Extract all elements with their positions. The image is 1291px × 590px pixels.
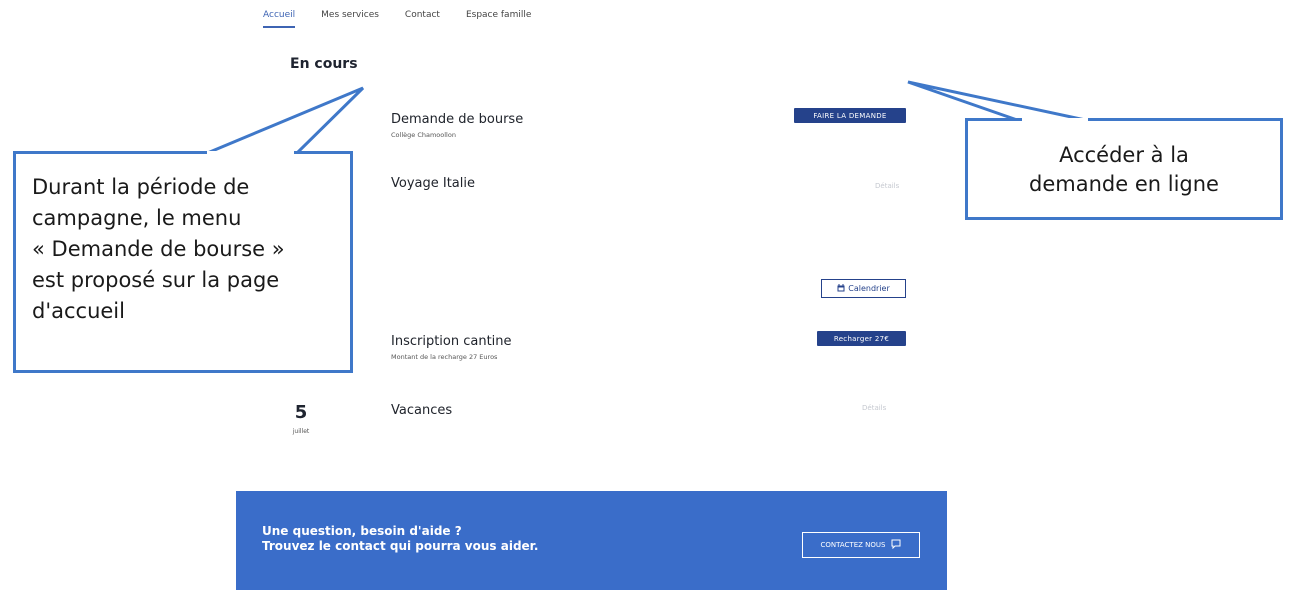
callout-tail-joins [207,118,1088,154]
